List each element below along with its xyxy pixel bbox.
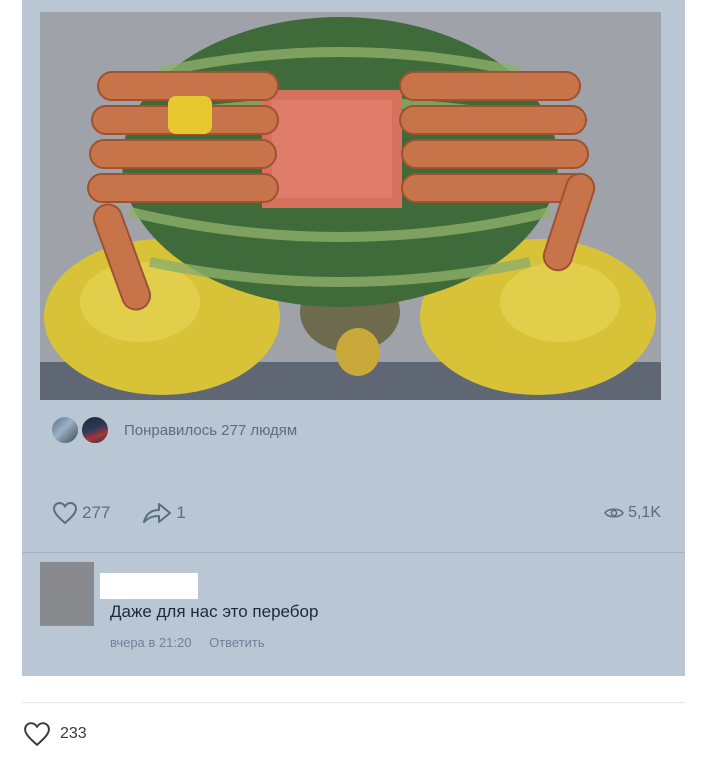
- avatar: [50, 415, 80, 445]
- avatar: [80, 415, 110, 445]
- like-button[interactable]: 277: [52, 501, 110, 525]
- liker-avatars: [50, 412, 118, 448]
- share-arrow-icon: [143, 503, 172, 523]
- heart-icon: [52, 501, 78, 525]
- screenshot-card: Понравилось 277 людям 277 1 5,1K Даже дл…: [22, 0, 685, 676]
- divider: [22, 702, 685, 703]
- heart-icon: [24, 722, 50, 747]
- divider: [22, 552, 685, 553]
- comment-author-name-redacted: [100, 573, 198, 599]
- views-indicator: 5,1K: [604, 504, 661, 522]
- reply-link[interactable]: Ответить: [209, 635, 265, 650]
- eye-icon: [604, 508, 624, 518]
- liked-by-row[interactable]: Понравилось 277 людям: [50, 412, 297, 448]
- liked-by-text: Понравилось 277 людям: [124, 421, 298, 439]
- share-count: 1: [176, 503, 186, 522]
- outer-like-count: 233: [60, 725, 87, 742]
- like-count: 277: [82, 503, 111, 522]
- post-actions: 277 1 5,1K: [52, 496, 661, 530]
- outer-like-button[interactable]: 233: [22, 721, 87, 747]
- comment-text: Даже для нас это перебор: [110, 602, 319, 621]
- comment-time[interactable]: вчера в 21:20: [110, 635, 191, 650]
- comment-author-avatar[interactable]: [40, 562, 94, 626]
- comment-meta: вчера в 21:20 Ответить: [110, 635, 265, 650]
- post-photo[interactable]: [40, 12, 661, 400]
- watermelon-figure-image: [40, 12, 661, 400]
- page: Понравилось 277 людям 277 1 5,1K Даже дл…: [0, 0, 708, 767]
- share-button[interactable]: 1: [142, 501, 186, 525]
- views-count: 5,1K: [628, 504, 661, 521]
